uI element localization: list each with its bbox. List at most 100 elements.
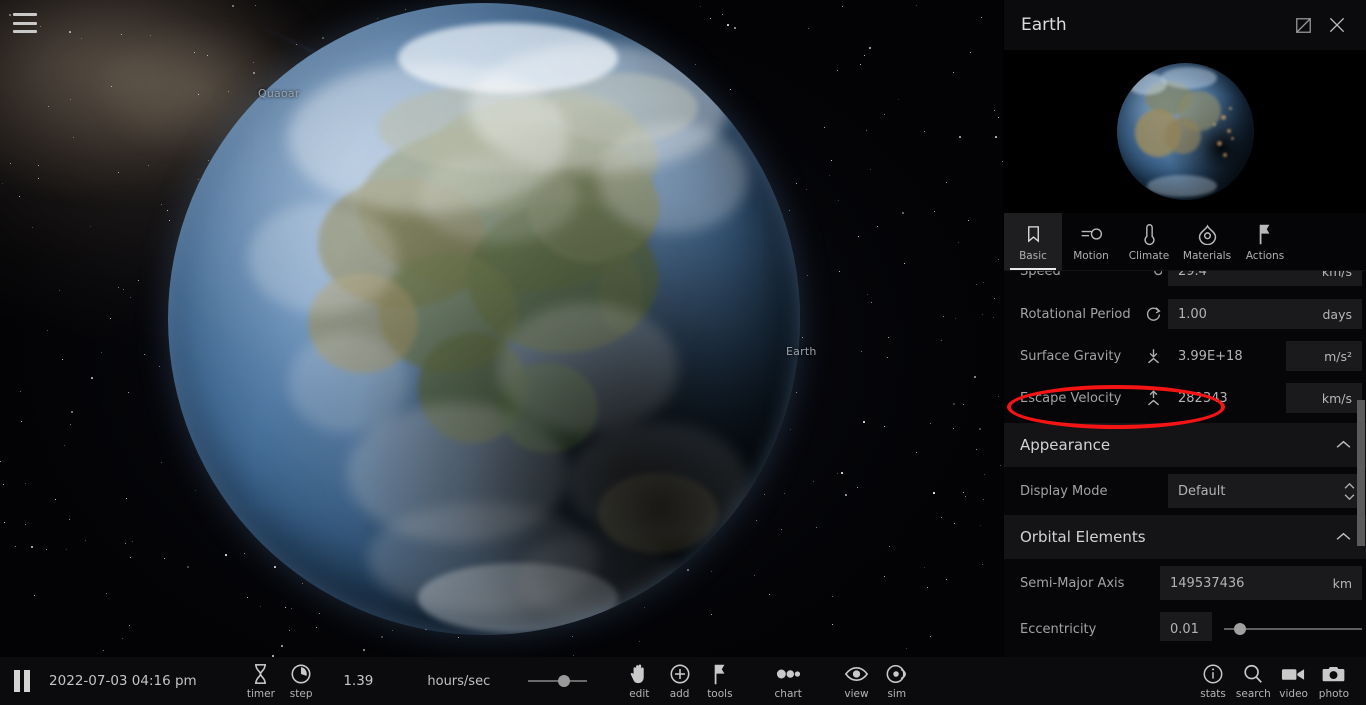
object-label-earth[interactable]: Earth: [786, 345, 817, 358]
property-label: Display Mode: [1020, 483, 1108, 499]
tab-climate[interactable]: Climate: [1120, 213, 1178, 270]
property-unit: km/s: [1286, 383, 1362, 413]
property-row-speed[interactable]: Speed 29.4 km/s: [1004, 271, 1366, 286]
photo-label: photo: [1318, 688, 1350, 700]
gravity-icon: [1138, 347, 1168, 365]
flag-icon: [1257, 221, 1273, 247]
close-icon[interactable]: [1320, 8, 1354, 42]
speed-icon: [1138, 271, 1168, 279]
tab-motion[interactable]: Motion: [1062, 213, 1120, 270]
pause-icon[interactable]: [14, 670, 31, 692]
panel-title: Earth: [1021, 15, 1067, 35]
section-header-orbital-elements[interactable]: Orbital Elements: [1004, 515, 1366, 559]
tools-label: tools: [707, 688, 733, 700]
bookmark-icon: [1024, 221, 1043, 247]
property-value-speed[interactable]: 29.4: [1168, 271, 1286, 286]
earth-thumbnail-globe: [1116, 63, 1254, 200]
bottom-toolbar: 2022-07-03 04:16 pm timer step 1.39 hour…: [0, 657, 1366, 705]
panel-scrollbar[interactable]: [1357, 272, 1366, 662]
dots-chart-icon: [776, 662, 801, 686]
camera-icon: [1322, 662, 1345, 686]
property-value-semi-major-axis[interactable]: 149537436: [1160, 566, 1322, 600]
property-label: Semi-Major Axis: [1020, 575, 1125, 591]
3d-viewport[interactable]: Quaoar Earth: [0, 0, 1003, 705]
property-row-rotational-period[interactable]: Rotational Period 1.00 days: [1004, 293, 1366, 335]
property-value-surface-gravity[interactable]: 3.99E+18: [1168, 341, 1286, 371]
tab-actions[interactable]: Actions: [1236, 213, 1294, 270]
escape-velocity-icon: [1138, 389, 1168, 407]
hamburger-menu-icon[interactable]: [13, 13, 37, 33]
view-button[interactable]: view: [836, 657, 876, 705]
timer-button[interactable]: timer: [241, 657, 281, 705]
video-button[interactable]: video: [1274, 657, 1314, 705]
object-thumbnail[interactable]: [1004, 50, 1366, 213]
info-circle-icon: [1202, 662, 1224, 686]
property-unit: days: [1286, 299, 1362, 329]
tab-materials[interactable]: Materials: [1178, 213, 1236, 270]
app-root: Quaoar Earth Earth Basic Motion Climate …: [0, 0, 1366, 705]
time-rate-value[interactable]: 1.39: [343, 673, 373, 689]
panel-tab-bar: Basic Motion Climate Materials Actions: [1004, 213, 1366, 271]
property-row-display-mode[interactable]: Display Mode Default: [1004, 467, 1366, 515]
search-button[interactable]: search: [1233, 657, 1273, 705]
eccentricity-slider[interactable]: [1224, 614, 1362, 641]
simulation-datetime[interactable]: 2022-07-03 04:16 pm: [49, 673, 197, 689]
eye-icon: [844, 662, 869, 686]
property-label: Surface Gravity: [1020, 348, 1122, 364]
section-title: Appearance: [1020, 436, 1111, 454]
hand-icon: [629, 662, 649, 686]
stats-label: stats: [1200, 688, 1226, 700]
view-label: view: [844, 688, 869, 700]
panel-header: Earth: [1004, 0, 1366, 50]
chart-button[interactable]: chart: [768, 657, 808, 705]
slider-knob[interactable]: [1234, 623, 1246, 635]
search-label: search: [1235, 688, 1271, 700]
timer-label: timer: [246, 688, 275, 700]
stats-button[interactable]: stats: [1193, 657, 1233, 705]
motion-icon: [1080, 221, 1103, 247]
time-rate-slider[interactable]: [528, 675, 588, 687]
property-label: Rotational Period: [1020, 306, 1131, 322]
property-value-eccentricity[interactable]: 0.01: [1160, 612, 1212, 641]
thermometer-icon: [1143, 221, 1156, 247]
section-header-appearance[interactable]: Appearance: [1004, 423, 1366, 467]
property-row-escape-velocity[interactable]: Escape Velocity 282343 km/s: [1004, 377, 1366, 419]
tab-actions-label: Actions: [1245, 250, 1285, 262]
property-value-rotational-period[interactable]: 1.00: [1168, 299, 1286, 329]
property-row-eccentricity[interactable]: Eccentricity 0.01: [1004, 607, 1366, 641]
photo-button[interactable]: photo: [1314, 657, 1354, 705]
step-button[interactable]: step: [281, 657, 321, 705]
section-title: Orbital Elements: [1020, 528, 1146, 546]
property-row-surface-gravity[interactable]: Surface Gravity 3.99E+18 m/s²: [1004, 335, 1366, 377]
object-label-quaoar[interactable]: Quaoar: [258, 87, 300, 100]
property-unit: km/s: [1286, 271, 1362, 286]
property-unit: km: [1322, 566, 1362, 600]
sim-button[interactable]: sim: [877, 657, 917, 705]
chevron-up-icon[interactable]: [1335, 528, 1352, 546]
property-label: Escape Velocity: [1020, 390, 1122, 406]
tab-basic[interactable]: Basic: [1004, 213, 1062, 270]
tab-motion-label: Motion: [1073, 250, 1109, 262]
property-row-semi-major-axis[interactable]: Semi-Major Axis 149537436 km: [1004, 559, 1366, 607]
plus-circle-icon: [669, 662, 691, 686]
property-value-display-mode[interactable]: Default: [1168, 474, 1336, 508]
time-rate-unit[interactable]: hours/sec: [427, 674, 490, 689]
clock-step-icon: [290, 662, 312, 686]
time-rate-slider-knob[interactable]: [558, 675, 571, 687]
panel-scrollbar-thumb[interactable]: [1357, 400, 1365, 546]
flag-icon: [712, 662, 728, 686]
chevron-up-icon[interactable]: [1335, 436, 1352, 454]
edit-label: edit: [629, 688, 650, 700]
edit-button[interactable]: edit: [619, 657, 659, 705]
rotation-icon: [1138, 306, 1168, 323]
property-value-escape-velocity[interactable]: 282343: [1168, 383, 1286, 413]
material-drop-icon: [1196, 221, 1219, 247]
sim-orbit-icon: [885, 662, 908, 686]
step-label: step: [289, 688, 313, 700]
property-list[interactable]: Speed 29.4 km/s Rotational Period 1.00 d…: [1004, 271, 1366, 641]
hide-object-icon[interactable]: [1286, 8, 1320, 42]
tab-basic-label: Basic: [1019, 250, 1047, 262]
tab-climate-label: Climate: [1128, 250, 1170, 262]
add-button[interactable]: add: [659, 657, 699, 705]
tools-button[interactable]: tools: [700, 657, 740, 705]
